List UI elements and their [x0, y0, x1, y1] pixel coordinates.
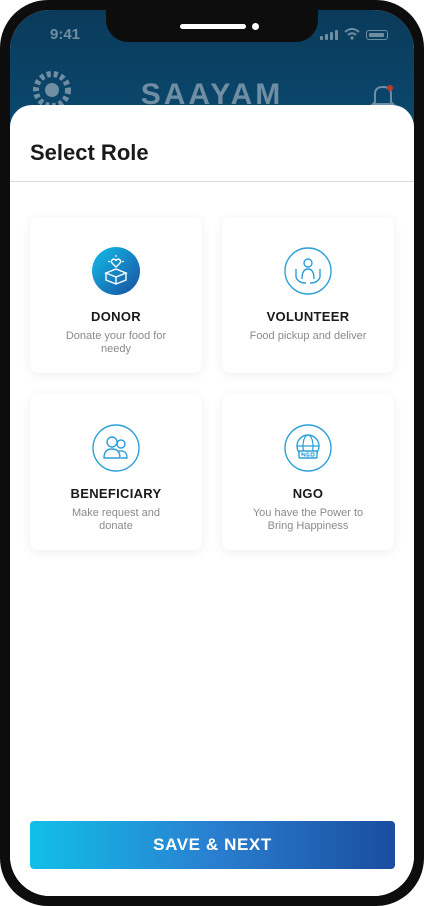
save-next-button[interactable]: SAVE & NEXT	[30, 821, 395, 869]
role-description: Food pickup and deliver	[249, 330, 367, 342]
role-card-beneficiary[interactable]: BENEFICIARY Make request and donate	[30, 394, 202, 550]
role-label: NGO	[292, 486, 324, 501]
role-description: Make request and donate	[71, 507, 161, 532]
battery-icon	[366, 30, 388, 40]
status-icons	[320, 28, 388, 40]
hands-person-icon	[284, 247, 332, 295]
role-card-donor[interactable]: DONOR Donate your food for needy	[30, 217, 202, 373]
role-description: Donate your food for needy	[65, 330, 167, 355]
phone-frame: 9:41 SAAYAM Select Role DONOR Donate you…	[0, 0, 424, 906]
screen: 9:41 SAAYAM Select Role DONOR Donate you…	[10, 10, 414, 896]
sheet-title: Select Role	[30, 140, 149, 165]
role-card-ngo[interactable]: NGO You have the Power to Bring Happines…	[222, 394, 394, 550]
globe-ngo-icon	[284, 424, 332, 472]
role-label: DONOR	[91, 309, 141, 324]
people-icon	[92, 424, 140, 472]
role-label: VOLUNTEER	[266, 309, 350, 324]
select-role-sheet: Select Role DONOR Donate your food for n…	[10, 105, 414, 896]
role-card-volunteer[interactable]: VOLUNTEER Food pickup and deliver	[222, 217, 394, 373]
divider	[10, 181, 414, 182]
donation-box-icon	[92, 247, 140, 295]
role-description: You have the Power to Bring Happiness	[252, 507, 364, 532]
wifi-icon	[344, 28, 360, 40]
notch	[106, 10, 318, 42]
status-time: 9:41	[50, 26, 81, 43]
role-label: BENEFICIARY	[70, 486, 162, 501]
signal-icon	[320, 30, 338, 40]
